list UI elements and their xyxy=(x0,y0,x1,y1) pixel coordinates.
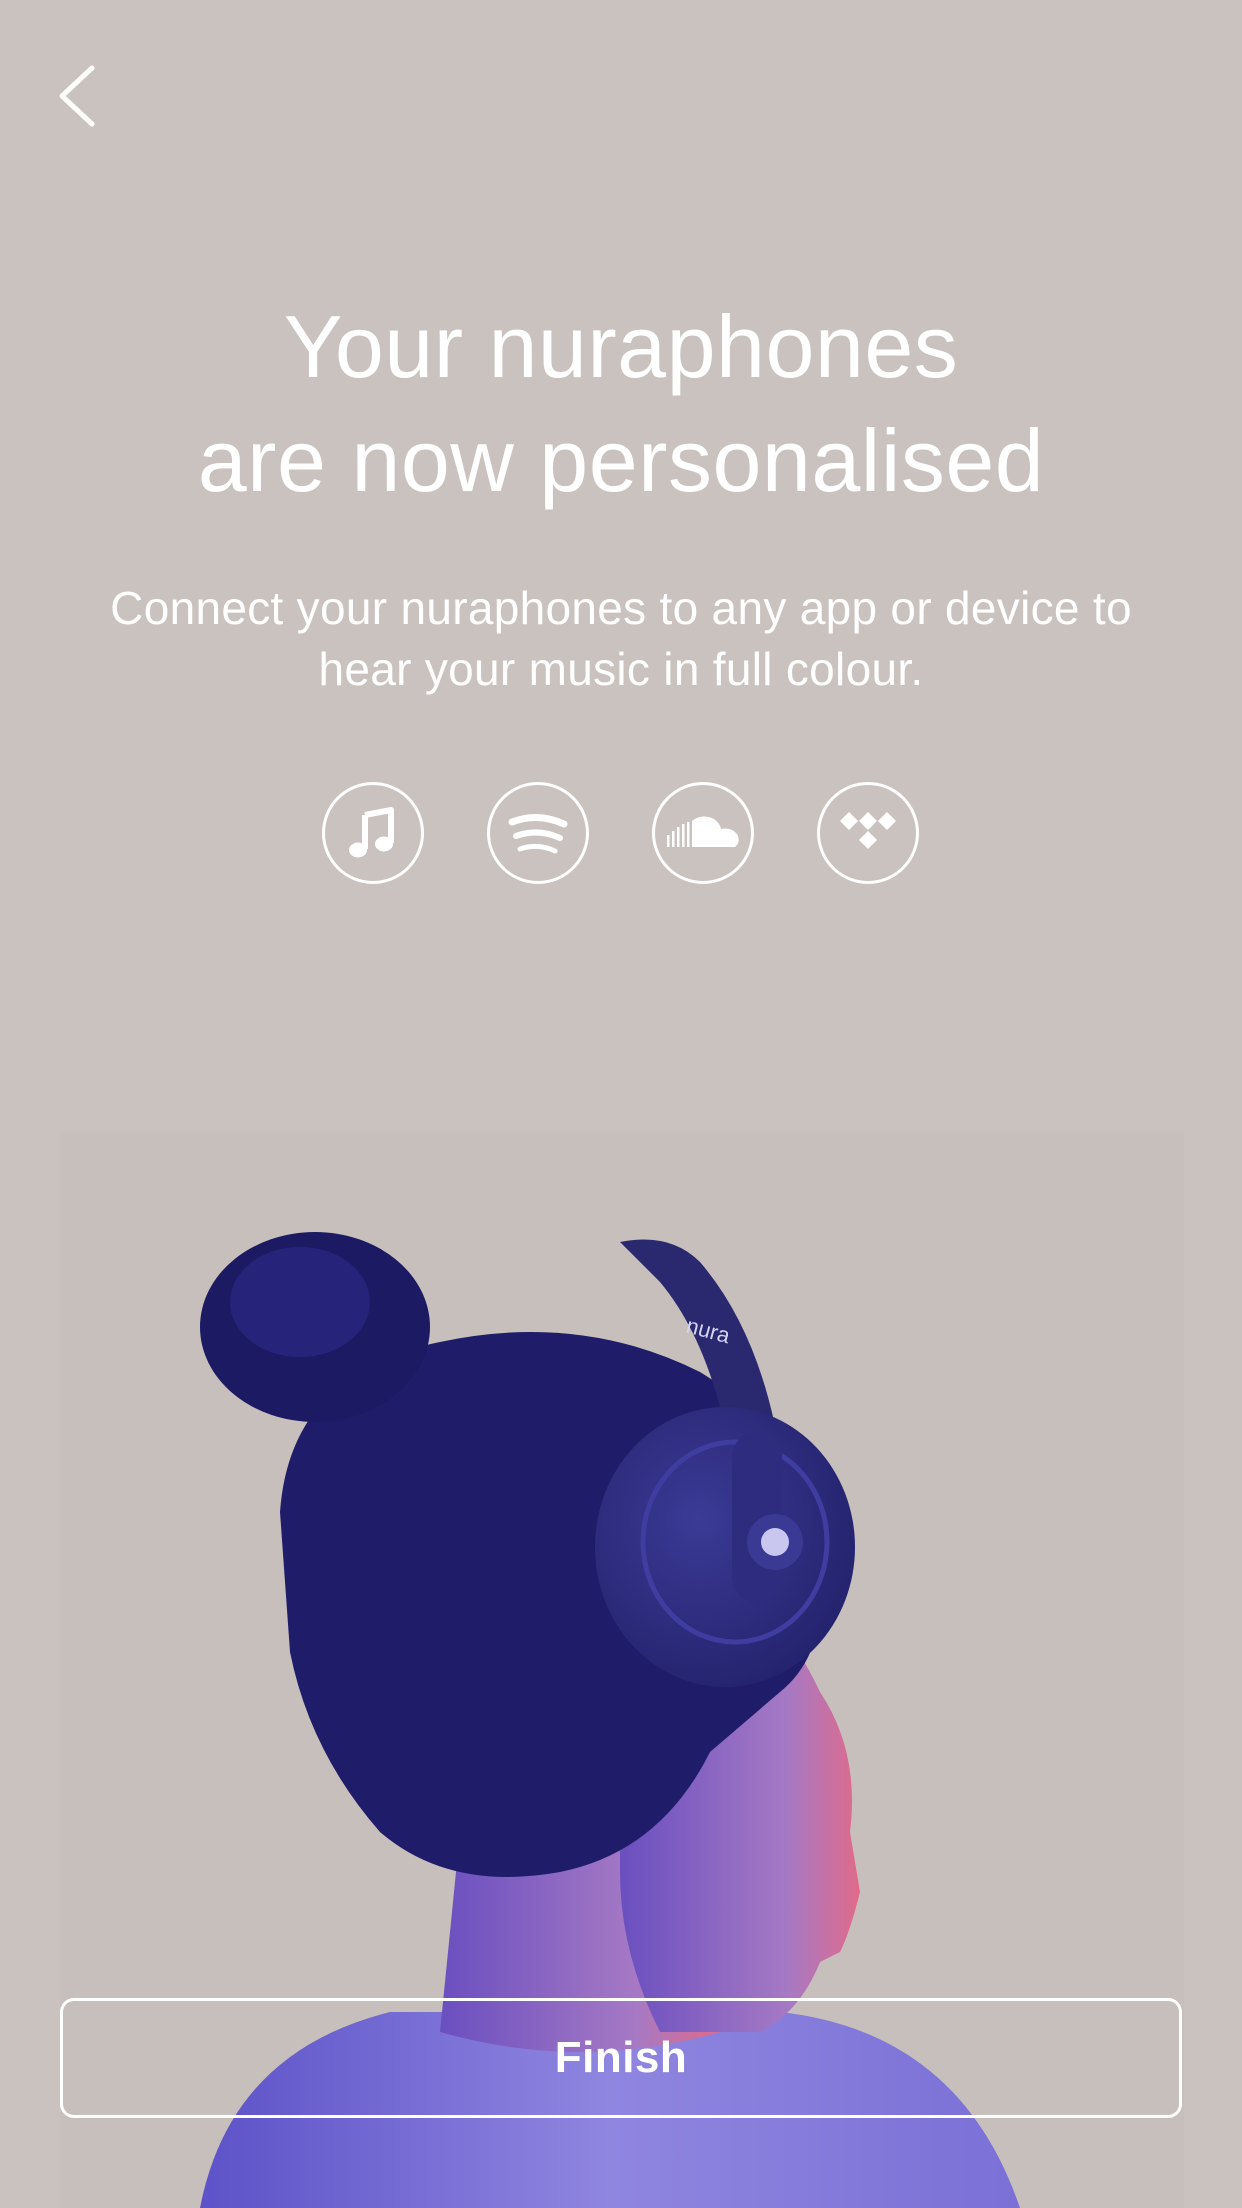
apple-music-button[interactable] xyxy=(322,782,424,884)
spotify-button[interactable] xyxy=(487,782,589,884)
soundcloud-button[interactable] xyxy=(652,782,754,884)
subtitle-line-2: hear your music in full colour. xyxy=(318,643,924,695)
page-subtitle: Connect your nuraphones to any app or de… xyxy=(60,578,1182,700)
title-line-2: are now personalised xyxy=(197,411,1045,510)
soundcloud-icon xyxy=(667,816,739,847)
finish-button[interactable]: Finish xyxy=(60,1998,1182,2118)
chevron-left-icon xyxy=(59,65,95,127)
page-title: Your nuraphones are now personalised xyxy=(0,290,1242,518)
title-line-1: Your nuraphones xyxy=(283,297,959,396)
personalised-screen: Your nuraphones are now personalised Con… xyxy=(0,0,1242,2208)
spotify-icon xyxy=(508,814,568,854)
music-services-row xyxy=(0,782,1242,888)
subtitle-line-1: Connect your nuraphones to any app or de… xyxy=(110,582,1132,634)
back-button[interactable] xyxy=(50,60,110,130)
tidal-icon xyxy=(840,812,896,849)
apple-music-icon xyxy=(349,807,394,858)
tidal-button[interactable] xyxy=(817,782,919,884)
